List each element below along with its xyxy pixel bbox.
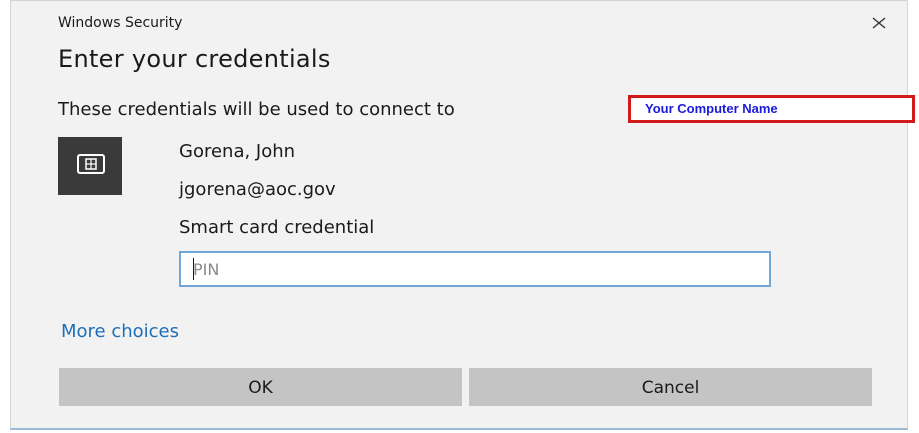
more-choices-link[interactable]: More choices — [61, 321, 179, 342]
ok-button[interactable]: OK — [59, 368, 462, 406]
pin-input[interactable] — [179, 251, 771, 287]
smart-card-icon — [77, 154, 105, 174]
computer-name-highlight: Your Computer Name — [628, 95, 915, 123]
connect-description: These credentials will be used to connec… — [58, 99, 455, 120]
smart-card-tile — [58, 137, 122, 195]
credential-name: Gorena, John — [179, 141, 296, 162]
window-title: Windows Security — [58, 15, 183, 31]
close-button[interactable] — [867, 11, 891, 35]
credential-email: jgorena@aoc.gov — [179, 179, 336, 200]
cancel-button[interactable]: Cancel — [469, 368, 872, 406]
text-caret — [193, 258, 194, 280]
windows-security-dialog: Windows Security Enter your credentials … — [10, 0, 908, 430]
close-icon — [872, 17, 886, 29]
dialog-heading: Enter your credentials — [58, 45, 331, 73]
credential-type: Smart card credential — [179, 217, 375, 238]
